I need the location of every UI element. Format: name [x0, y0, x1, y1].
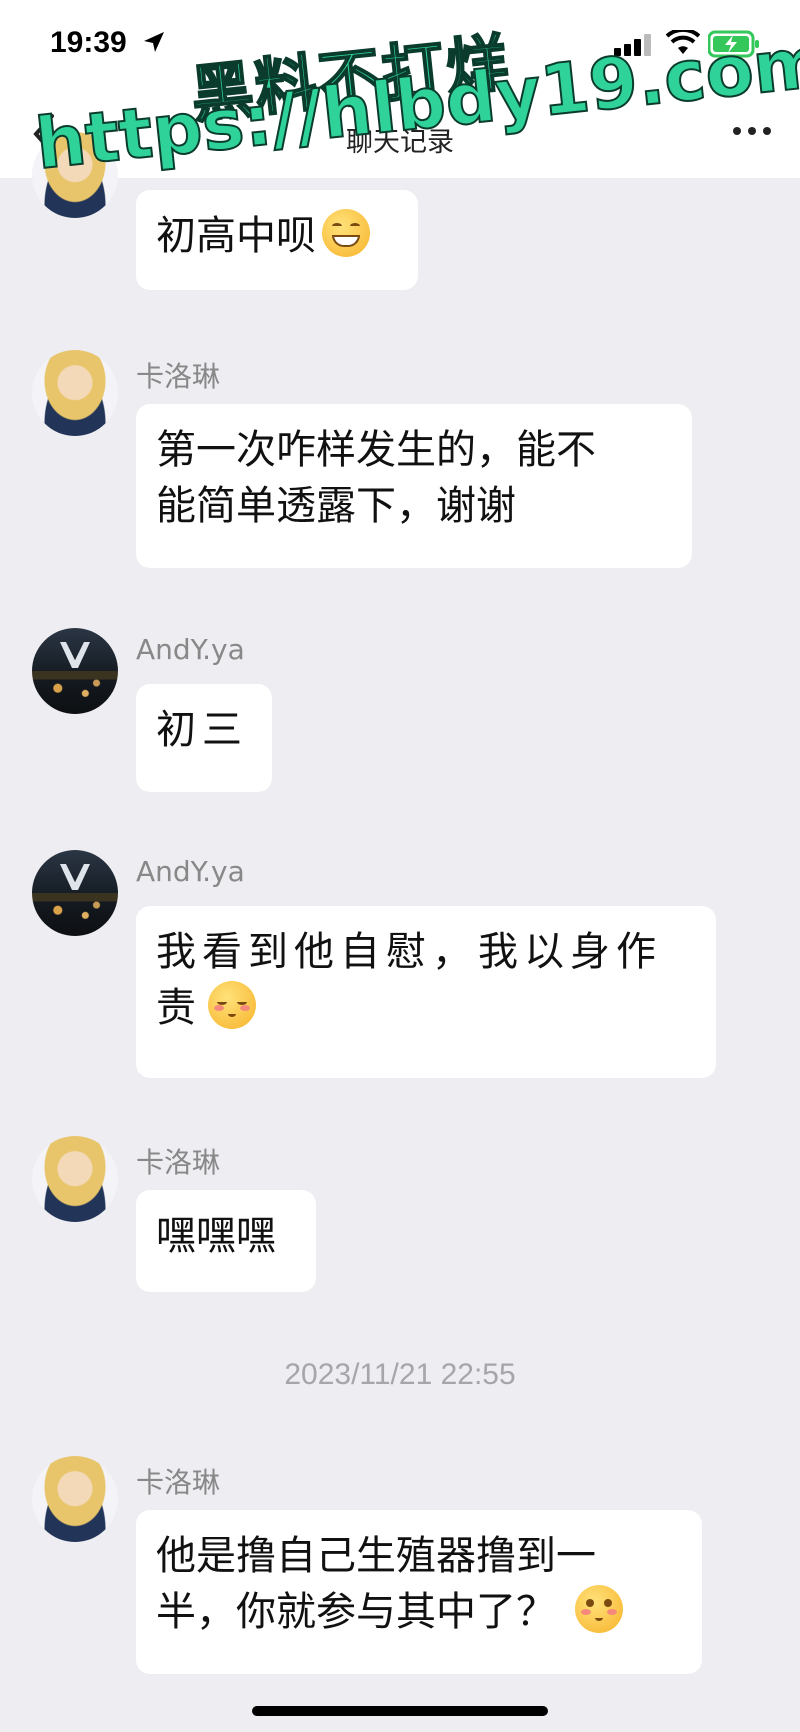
message-text-line: 他是撸自己生殖器撸到一 — [156, 1533, 596, 1579]
message-bubble[interactable]: 第一次咋样发生的，能不 能简单透露下，谢谢 — [136, 404, 692, 568]
more-dots-icon[interactable] — [732, 126, 772, 136]
sender-name: 卡洛琳 — [136, 1146, 221, 1179]
message-bubble[interactable]: 我看到他自慰，我以身作 责 — [136, 906, 716, 1078]
sender-name: 卡洛琳 — [136, 360, 221, 393]
message-text-line: 半，你就参与其中了？ — [156, 1589, 556, 1635]
message-text: 初三 — [156, 707, 248, 753]
avatar[interactable] — [32, 1136, 118, 1222]
avatar[interactable] — [32, 628, 118, 714]
home-indicator[interactable] — [252, 1706, 548, 1716]
avatar[interactable] — [32, 350, 118, 436]
message-text: 初高中呗 — [156, 213, 316, 259]
location-arrow-icon — [144, 32, 164, 52]
status-time: 19:39 — [50, 26, 127, 59]
message-bubble[interactable]: 初三 — [136, 684, 272, 792]
message-text-line: 能简单透露下，谢谢 — [156, 483, 516, 529]
flushed-face-icon — [574, 1585, 623, 1633]
message-text: 嘿嘿嘿 — [156, 1213, 276, 1259]
message-text-line: 第一次咋样发生的，能不 — [156, 427, 596, 473]
grinning-face-icon — [322, 209, 370, 257]
avatar[interactable] — [32, 1456, 118, 1542]
message-bubble[interactable]: 初高中呗 — [136, 190, 418, 290]
timestamp: 2023/11/21 22:55 — [284, 1358, 516, 1391]
sender-name: 卡洛琳 — [136, 1466, 221, 1499]
blushing-face-icon — [208, 981, 256, 1029]
message-text-line: 我看到他自慰，我以身作 — [156, 929, 662, 975]
message-bubble[interactable]: 嘿嘿嘿 — [136, 1190, 316, 1292]
message-text-line: 责 — [156, 985, 202, 1031]
message-bubble[interactable]: 他是撸自己生殖器撸到一 半，你就参与其中了？ — [136, 1510, 702, 1674]
sender-name: AndY.ya — [136, 855, 245, 888]
avatar[interactable] — [32, 850, 118, 936]
sender-name: AndY.ya — [136, 633, 245, 666]
